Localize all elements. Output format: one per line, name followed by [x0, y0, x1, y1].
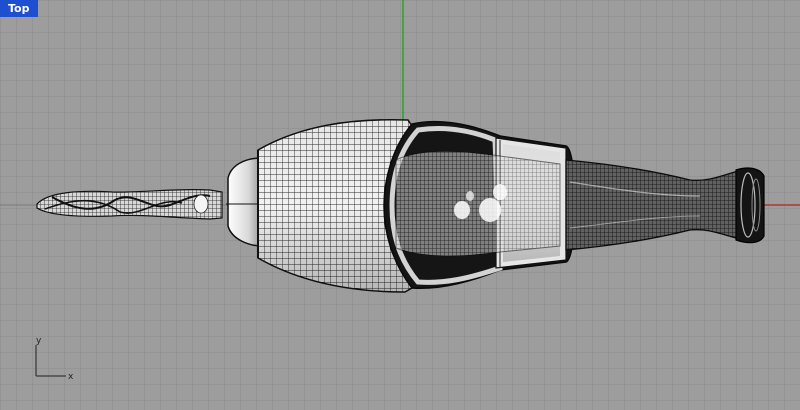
handle-end-cap[interactable] — [735, 167, 765, 244]
top-viewport[interactable]: y x Top — [0, 0, 800, 410]
viewport-canvas[interactable]: y x — [0, 0, 800, 410]
viewport-title-tab[interactable]: Top — [0, 0, 39, 17]
chuck-throat — [395, 150, 561, 257]
chuck-collar[interactable] — [226, 157, 263, 247]
drill-bit[interactable] — [36, 188, 223, 220]
gizmo-x-label: x — [68, 372, 74, 382]
gizmo-y-label: y — [36, 336, 42, 346]
viewport-title: Top — [8, 2, 30, 15]
